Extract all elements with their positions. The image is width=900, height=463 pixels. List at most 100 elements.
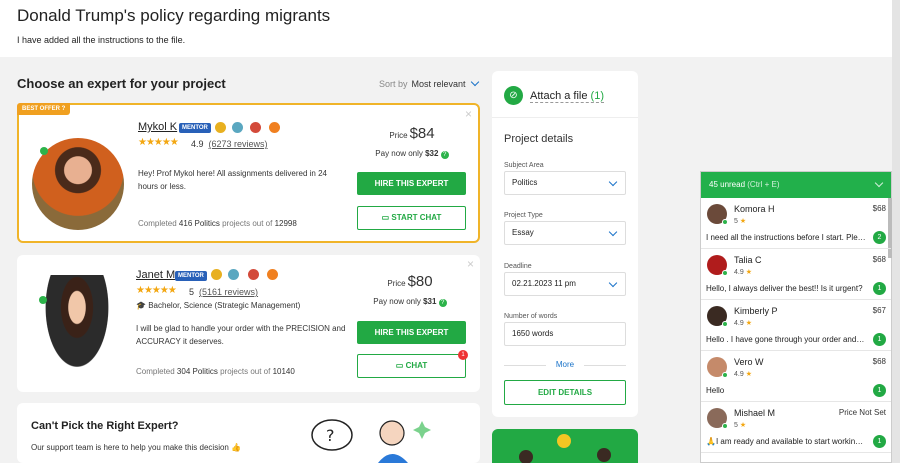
chat-item[interactable]: Komora H 5 ★ $68 I need all the instruct… [701,198,891,249]
subject-label: Subject Area [504,162,544,169]
chat-price: $68 [872,357,886,366]
hire-expert-button[interactable]: HIRE THIS EXPERT [357,321,466,344]
chat-rating: 4.9 ★ [734,269,752,276]
header: Donald Trump's policy regarding migrants… [0,0,892,57]
close-icon[interactable]: × [465,107,472,121]
support-illustration: ? [311,419,431,463]
page-scrollbar[interactable] [892,0,900,463]
mentor-badge: MENTOR [175,271,207,281]
unread-count-badge: 2 [873,231,886,244]
help-text: Our support team is here to help you mak… [31,443,242,452]
unread-count-badge: 1 [873,333,886,346]
online-indicator [40,147,48,155]
expert-card: BEST OFFER ? × Mykol K MENTOR ★★★★★ 4.9 … [17,103,480,243]
chat-icon: ▭ [381,213,392,222]
type-select[interactable]: Essay [504,221,626,245]
edit-details-button[interactable]: EDIT DETAILS [504,380,626,405]
words-label: Number of words [504,313,558,320]
hire-expert-button[interactable]: HIRE THIS EXPERT [357,172,466,195]
sort-label: Sort by [379,79,408,89]
help-icon[interactable]: ? [440,151,449,159]
chevron-down-icon [608,227,618,237]
chat-message: Hello . I have gone through your order a… [706,335,866,344]
promo-banner [492,429,638,463]
expert-card: × Janet M MENTOR ★★★★★ 5 (5161 reviews) … [17,255,480,392]
paperclip-icon[interactable]: ⊘ [504,86,523,105]
close-icon[interactable]: × [467,257,474,271]
attach-file-link[interactable]: Attach a file (1) [530,90,604,103]
chat-item[interactable]: Kimberly P 4.9 ★ $67 Hello . I have gone… [701,300,891,351]
chat-price: Price Not Set [838,408,886,417]
details-title: Project details [504,133,574,145]
rating-text: 5 (5161 reviews) [189,287,259,297]
chevron-down-icon[interactable] [874,178,884,188]
expert-name[interactable]: Mykol K [138,121,177,133]
chevron-down-icon [608,177,618,187]
education: 🎓 Bachelor, Science (Strategic Managemen… [136,301,301,310]
start-chat-button[interactable]: ▭ START CHAT [357,206,466,230]
verified-icon [211,269,222,280]
chat-price: $68 [872,255,886,264]
avatar [707,357,728,378]
chat-button[interactable]: ▭ CHAT [357,354,466,378]
chevron-down-icon [608,278,618,288]
chevron-down-icon [470,77,479,87]
avatar [707,204,728,225]
avatar [707,255,728,276]
medal-icon [250,122,261,133]
price: Price $80 [387,273,433,290]
chat-icon: ▭ [395,361,406,370]
svg-text:?: ? [326,426,335,445]
chat-count-badge: 1 [458,350,468,360]
subject-select[interactable]: Politics [504,171,626,195]
chat-price: $68 [872,204,886,213]
chat-item[interactable]: Vero W 4.9 ★ $68 Hello 1 [701,351,891,402]
list-heading: Choose an expert for your project [17,76,226,91]
help-title: Can't Pick the Right Expert? [31,420,179,432]
trophy-icon [267,269,278,280]
expert-name[interactable]: Janet M [136,269,175,281]
chat-name: Kimberly P [734,306,778,316]
completed-stats: Completed 416 Politics projects out of 1… [138,219,297,228]
help-card: Can't Pick the Right Expert? Our support… [17,403,480,463]
reviews-link[interactable]: (5161 reviews) [199,287,258,297]
deadline-select[interactable]: 02.21.2023 11 pm [504,272,626,296]
page-title: Donald Trump's policy regarding migrants [17,6,331,25]
divider [492,117,638,118]
deadline-label: Deadline [504,263,532,270]
chat-name: Vero W [734,357,764,367]
chat-message: Hello [706,386,725,395]
chat-item[interactable]: Mishael M 5 ★ Price Not Set 🙏I am ready … [701,402,891,453]
chat-name: Komora H [734,204,775,214]
chat-price: $67 [872,306,886,315]
verified-icon [215,122,226,133]
best-offer-badge: BEST OFFER ? [17,103,71,115]
unread-count-badge: 1 [873,435,886,448]
chat-rating: 4.9 ★ [734,371,752,378]
avatar[interactable] [37,275,117,383]
project-sidebar: ⊘ Attach a file (1) Project details Subj… [492,71,638,417]
graduation-cap-icon: 🎓 [136,301,146,310]
online-indicator [39,296,47,304]
sort-dropdown[interactable]: Sort by Most relevant [379,77,479,89]
avatar [707,306,728,327]
award-icon [232,122,243,133]
chat-header[interactable]: 45 unread (Ctrl + E) [701,172,891,198]
chat-message: 🙏I am ready and available to start worki… [706,437,866,446]
words-input[interactable]: 1650 words [504,322,626,346]
mentor-badge: MENTOR [179,123,211,133]
trophy-icon [269,122,280,133]
price: Price $84 [389,125,435,142]
promo-illustration [519,434,611,463]
rating-stars: ★★★★★ [136,285,177,296]
unread-count-badge: 1 [873,384,886,397]
reviews-link[interactable]: (6273 reviews) [209,139,268,149]
chat-name: Talia C [734,255,762,265]
expert-description: I will be glad to handle your order with… [136,324,346,346]
more-link[interactable]: More [504,360,626,369]
help-icon[interactable]: ? [438,299,447,307]
avatar [707,408,728,429]
chat-rating: 4.9 ★ [734,320,752,327]
chat-panel: 45 unread (Ctrl + E) Komora H 5 ★ $68 I … [700,171,892,463]
chat-item[interactable]: Talia C 4.9 ★ $68 Hello, I always delive… [701,249,891,300]
